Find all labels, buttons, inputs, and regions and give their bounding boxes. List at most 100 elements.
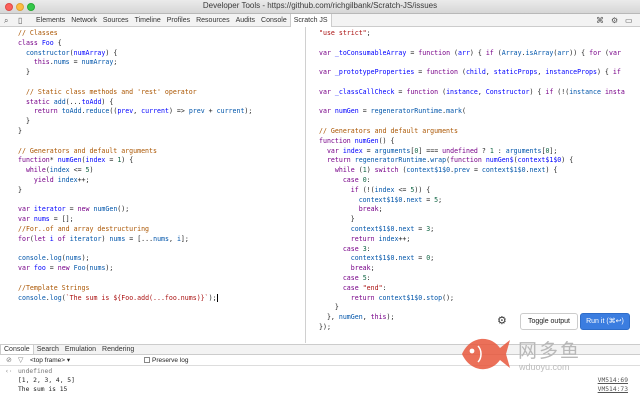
code-token: numGen: [57, 156, 82, 165]
code-token: function: [450, 156, 486, 165]
code-token: return: [350, 293, 379, 302]
preserve-log-toggle[interactable]: Preserve log: [144, 356, 189, 365]
code-token: =: [65, 205, 78, 214]
code-token: // Static class methods and 'rest' opera…: [18, 87, 197, 96]
code-token: "end": [362, 283, 383, 292]
code-token: ;: [378, 205, 383, 214]
devtools-tab-network[interactable]: Network: [68, 14, 100, 27]
devtools-tab-console[interactable]: Console: [258, 14, 290, 27]
frame-selector[interactable]: <top frame> ▾: [30, 356, 70, 365]
filter-icon[interactable]: ▽: [18, 355, 23, 366]
code-token: // Generators and default arguments: [319, 126, 458, 135]
devtools-tab-profiles[interactable]: Profiles: [164, 14, 193, 27]
code-token: _toConsumableArray: [334, 48, 407, 57]
console-source-link[interactable]: VM514:69: [598, 377, 628, 385]
devtools-tab-elements[interactable]: Elements: [33, 14, 68, 27]
code-token: // Generators and default arguments: [18, 146, 157, 155]
drawer-tab-search[interactable]: Search: [34, 345, 62, 354]
code-line: }: [319, 303, 640, 313]
dock-side-icon[interactable]: ▭: [625, 14, 633, 27]
code-token: ) {: [545, 166, 558, 175]
inspect-element-icon[interactable]: ⌕: [4, 15, 8, 26]
code-token: });: [319, 322, 331, 331]
code-token: "use strict": [319, 29, 367, 37]
es6-source-editor[interactable]: // Classes class Foo { constructor(numArr…: [0, 27, 306, 343]
code-token: =: [105, 156, 118, 165]
code-token: yield: [33, 175, 58, 184]
code-token: index: [342, 146, 363, 155]
code-line: while (1) switch (context$1$0.prev = con…: [319, 166, 640, 176]
code-token: next: [406, 195, 423, 204]
device-mode-icon[interactable]: ▯: [18, 15, 22, 26]
code-token: );: [208, 293, 217, 302]
code-token: arr: [557, 48, 570, 57]
code-token: Foo: [41, 38, 54, 47]
devtools-tab-audits[interactable]: Audits: [233, 14, 258, 27]
scratch-settings-gear-icon[interactable]: ⚙: [497, 315, 507, 327]
code-token: ,: [477, 87, 486, 96]
settings-gear-icon[interactable]: ⚙: [611, 14, 618, 27]
code-token: this: [370, 313, 387, 322]
code-line: context$1$0.next = 0;: [319, 254, 640, 264]
code-token: index: [49, 166, 70, 175]
code-token: ++;: [77, 175, 90, 184]
code-token: var: [326, 146, 343, 155]
code-line: return regeneratorRuntime.wrap(function …: [319, 156, 640, 166]
code-token: nums: [89, 264, 106, 273]
devtools-tab-resources[interactable]: Resources: [193, 14, 232, 27]
console-drawer-icon[interactable]: ⌘: [596, 14, 604, 27]
code-token: undefined: [442, 146, 478, 155]
drawer-tab-console[interactable]: Console: [0, 345, 34, 354]
drawer-tab-emulation[interactable]: Emulation: [62, 345, 99, 354]
code-line: var nums = [];: [18, 215, 305, 225]
drawer-tab-rendering[interactable]: Rendering: [99, 345, 137, 354]
code-line: function* numGen(index = 1) {: [18, 156, 305, 166]
code-token: toAdd: [61, 107, 82, 116]
code-token: wrap: [430, 156, 447, 165]
devtools-tab-sources[interactable]: Sources: [100, 14, 132, 27]
code-token: :: [366, 273, 371, 282]
code-token: //Template Strings: [18, 283, 90, 292]
code-token: }: [18, 117, 30, 126]
clear-console-icon[interactable]: ⊘: [6, 355, 12, 366]
code-token: prev: [188, 107, 205, 116]
code-token: nums: [65, 254, 82, 263]
window-titlebar: Developer Tools - https://github.com/ric…: [0, 0, 640, 14]
code-line: //Template Strings: [18, 284, 305, 294]
devtools-tab-scratch-js[interactable]: Scratch JS: [289, 14, 332, 27]
code-line: // Generators and default arguments: [18, 147, 305, 157]
code-token: switch: [374, 166, 403, 175]
code-token: _prototypeProperties: [334, 68, 415, 77]
code-token: next: [398, 254, 415, 263]
console-message-text: undefined: [18, 368, 53, 375]
console-source-link[interactable]: VM514:73: [598, 386, 628, 394]
code-line: if (!(index <= 5)) {: [319, 186, 640, 196]
devtools-tab-timeline[interactable]: Timeline: [132, 14, 164, 27]
code-token: if: [545, 87, 558, 96]
compiled-output-editor[interactable]: "use strict"; var _toConsumableArray = fu…: [306, 27, 640, 343]
code-token: = [];: [49, 215, 74, 224]
code-token: ) {: [105, 48, 118, 57]
preserve-log-checkbox[interactable]: [144, 357, 150, 364]
code-token: child: [465, 68, 486, 77]
code-token: context$1$0: [358, 195, 403, 204]
code-token: context$1$0: [378, 293, 423, 302]
code-token: console: [18, 254, 46, 263]
code-token: if: [612, 68, 621, 77]
code-line: while(index <= 5): [18, 166, 305, 176]
code-token: ) {: [469, 48, 486, 57]
code-token: )) {: [569, 48, 590, 57]
code-line: function numGen() {: [319, 137, 640, 147]
text-cursor: [216, 293, 218, 302]
code-token: }: [18, 185, 22, 194]
code-line: context$1$0.next = 5;: [319, 196, 640, 206]
window-title: Developer Tools - https://github.com/ric…: [202, 1, 438, 10]
